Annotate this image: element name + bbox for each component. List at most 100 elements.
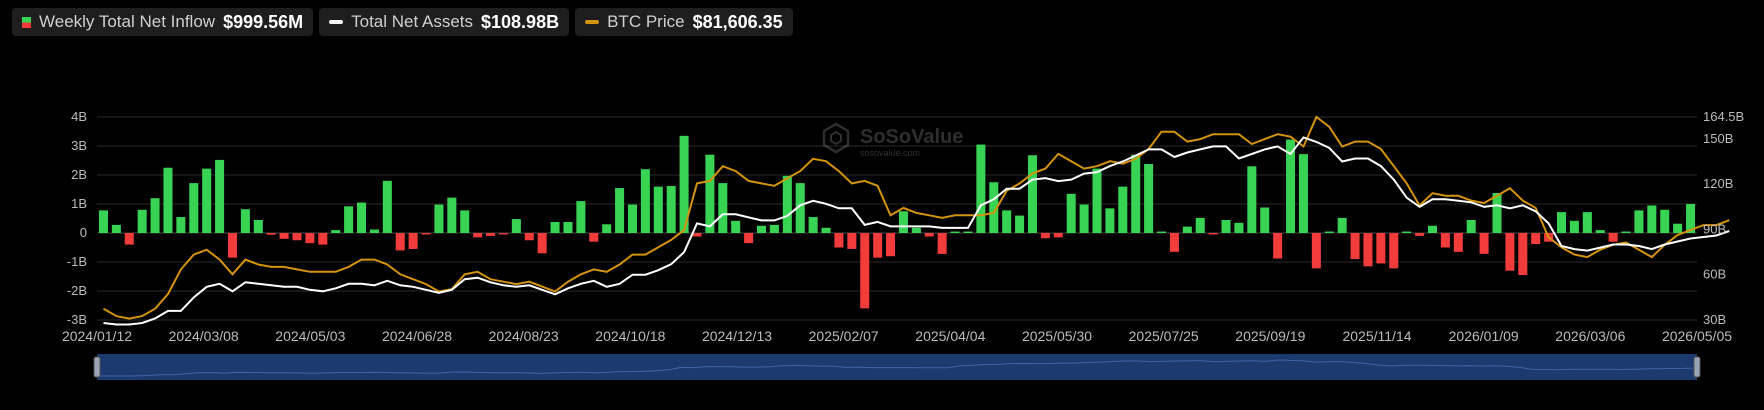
inflow-bar (1040, 233, 1050, 239)
inflow-bar (124, 233, 134, 245)
inflow-bar (950, 231, 960, 233)
inflow-bar (1324, 231, 1334, 233)
inflow-bar (576, 201, 586, 233)
y-left-tick-label: 1B (71, 196, 87, 211)
y-right-tick-label: 60B (1703, 267, 1726, 282)
navigator-track (97, 354, 1697, 380)
inflow-bar (176, 217, 186, 233)
x-tick-label: 2025/11/14 (1342, 328, 1411, 344)
y-right-tick-label: 164.5B (1703, 109, 1744, 124)
inflow-bar (1092, 168, 1102, 233)
inflow-bar (550, 221, 560, 233)
inflow-bar (911, 227, 921, 233)
inflow-bar (318, 233, 328, 245)
x-tick-label: 2026/05/05 (1662, 328, 1732, 344)
inflow-bar (666, 186, 676, 233)
inflow-bar (266, 233, 276, 235)
inflow-bar (486, 233, 496, 236)
inflow-bar (1337, 217, 1347, 233)
inflow-bar (1595, 230, 1605, 233)
inflow-bar (1053, 233, 1063, 238)
inflow-bar (963, 231, 973, 233)
inflow-bar (1608, 233, 1618, 242)
inflow-bar (589, 233, 599, 242)
inflow-bar (873, 233, 883, 258)
inflow-bar (640, 169, 650, 233)
inflow-bar (653, 186, 663, 233)
inflow-bar (1234, 222, 1244, 233)
inflow-bar (150, 198, 160, 233)
inflow-bar (1389, 233, 1399, 269)
inflow-bar (1195, 217, 1205, 233)
inflow-bar (344, 206, 354, 233)
inflow-bar (1505, 233, 1515, 271)
x-tick-label: 2024/05/03 (275, 328, 345, 344)
y-right-tick-label: 90B (1703, 221, 1726, 236)
x-tick-label: 2024/03/08 (169, 328, 239, 344)
inflow-bar (705, 154, 715, 233)
inflow-bar (1169, 233, 1179, 252)
inflow-bar (215, 159, 225, 233)
inflow-bar (731, 220, 741, 233)
x-tick-label: 2026/01/09 (1449, 328, 1519, 344)
inflow-bar (1621, 231, 1631, 233)
inflow-bar (1208, 233, 1218, 235)
inflow-bar (1247, 166, 1257, 233)
x-tick-label: 2026/03/06 (1555, 328, 1625, 344)
inflow-bar (369, 229, 379, 233)
x-tick-label: 2024/12/13 (702, 328, 772, 344)
inflow-bar (511, 219, 521, 233)
inflow-bar (1118, 186, 1128, 233)
inflow-bar (1440, 233, 1450, 248)
inflow-bar (821, 227, 831, 233)
inflow-bar (615, 188, 625, 233)
inflow-bar (744, 233, 754, 244)
watermark-logo-inner-icon (830, 130, 842, 146)
inflow-bar (1634, 210, 1644, 233)
inflow-bar (240, 209, 250, 233)
inflow-bar (1647, 205, 1657, 233)
inflow-bar (460, 210, 470, 233)
inflow-bar (1582, 212, 1592, 233)
watermark-logo-icon (822, 122, 850, 154)
navigator-handle (93, 356, 101, 378)
inflow-bar (1479, 233, 1489, 254)
inflow-bar (189, 183, 199, 233)
inflow-bar (1531, 233, 1541, 245)
inflow-bar (976, 144, 986, 233)
y-right-tick-label: 150B (1703, 131, 1733, 146)
inflow-bar (808, 217, 818, 233)
chart-container: Weekly Total Net Inflow $999.56M Total N… (0, 0, 1764, 410)
inflow-bar (1518, 233, 1528, 276)
inflow-bar (111, 224, 121, 233)
inflow-bar (602, 224, 612, 233)
inflow-bar (524, 233, 534, 241)
inflow-bar (1427, 225, 1437, 233)
y-left-tick-label: -1B (67, 254, 87, 269)
inflow-bar (1157, 231, 1167, 233)
inflow-bar (1298, 154, 1308, 233)
inflow-bar (1015, 215, 1025, 233)
inflow-bar (898, 211, 908, 233)
inflow-bar (279, 233, 289, 239)
inflow-bar (1105, 208, 1115, 233)
watermark-sub: sosovalue.com (860, 148, 920, 158)
inflow-bar (1182, 226, 1192, 233)
inflow-bar (1002, 210, 1012, 233)
inflow-bar (769, 224, 779, 233)
inflow-bar (434, 204, 444, 233)
inflow-bar (1273, 233, 1283, 259)
inflow-bar (408, 233, 418, 249)
inflow-bar (1144, 163, 1154, 233)
inflow-bar (1311, 233, 1321, 269)
x-tick-label: 2024/06/28 (382, 328, 452, 344)
range-navigator[interactable] (93, 354, 1701, 380)
inflow-bar (1376, 233, 1386, 264)
inflow-bar (98, 210, 108, 233)
inflow-bar (305, 233, 315, 244)
y-right-tick-label: 30B (1703, 312, 1726, 327)
inflow-bar (937, 233, 947, 254)
inflow-bar (253, 219, 263, 233)
inflow-bar (1569, 220, 1579, 233)
inflow-bar (137, 209, 147, 233)
